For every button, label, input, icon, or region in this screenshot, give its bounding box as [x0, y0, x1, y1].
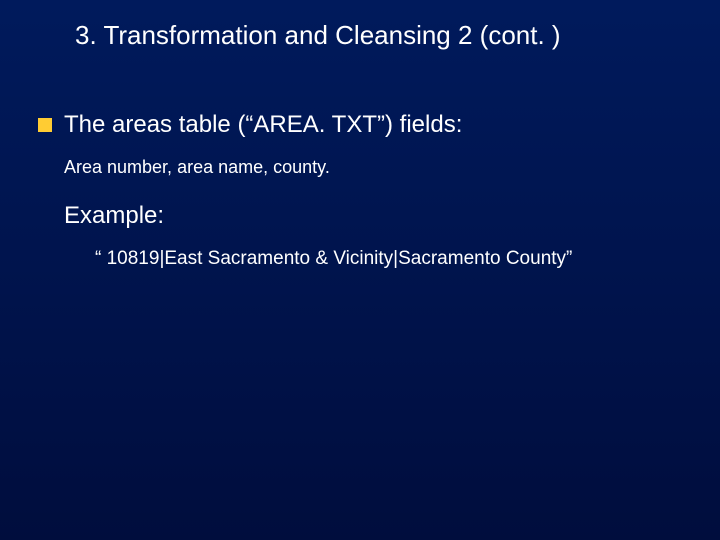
bullet-item: The areas table (“AREA. TXT”) fields: [38, 111, 690, 139]
example-value: “ 10819|East Sacramento & Vicinity|Sacra… [95, 248, 690, 270]
slide-title: 3. Transformation and Cleansing 2 (cont.… [75, 20, 690, 51]
field-list: Area number, area name, county. [64, 157, 690, 178]
slide: 3. Transformation and Cleansing 2 (cont.… [0, 0, 720, 540]
bullet-text: The areas table (“AREA. TXT”) fields: [64, 111, 462, 139]
example-label: Example: [64, 202, 690, 230]
square-bullet-icon [38, 118, 52, 132]
